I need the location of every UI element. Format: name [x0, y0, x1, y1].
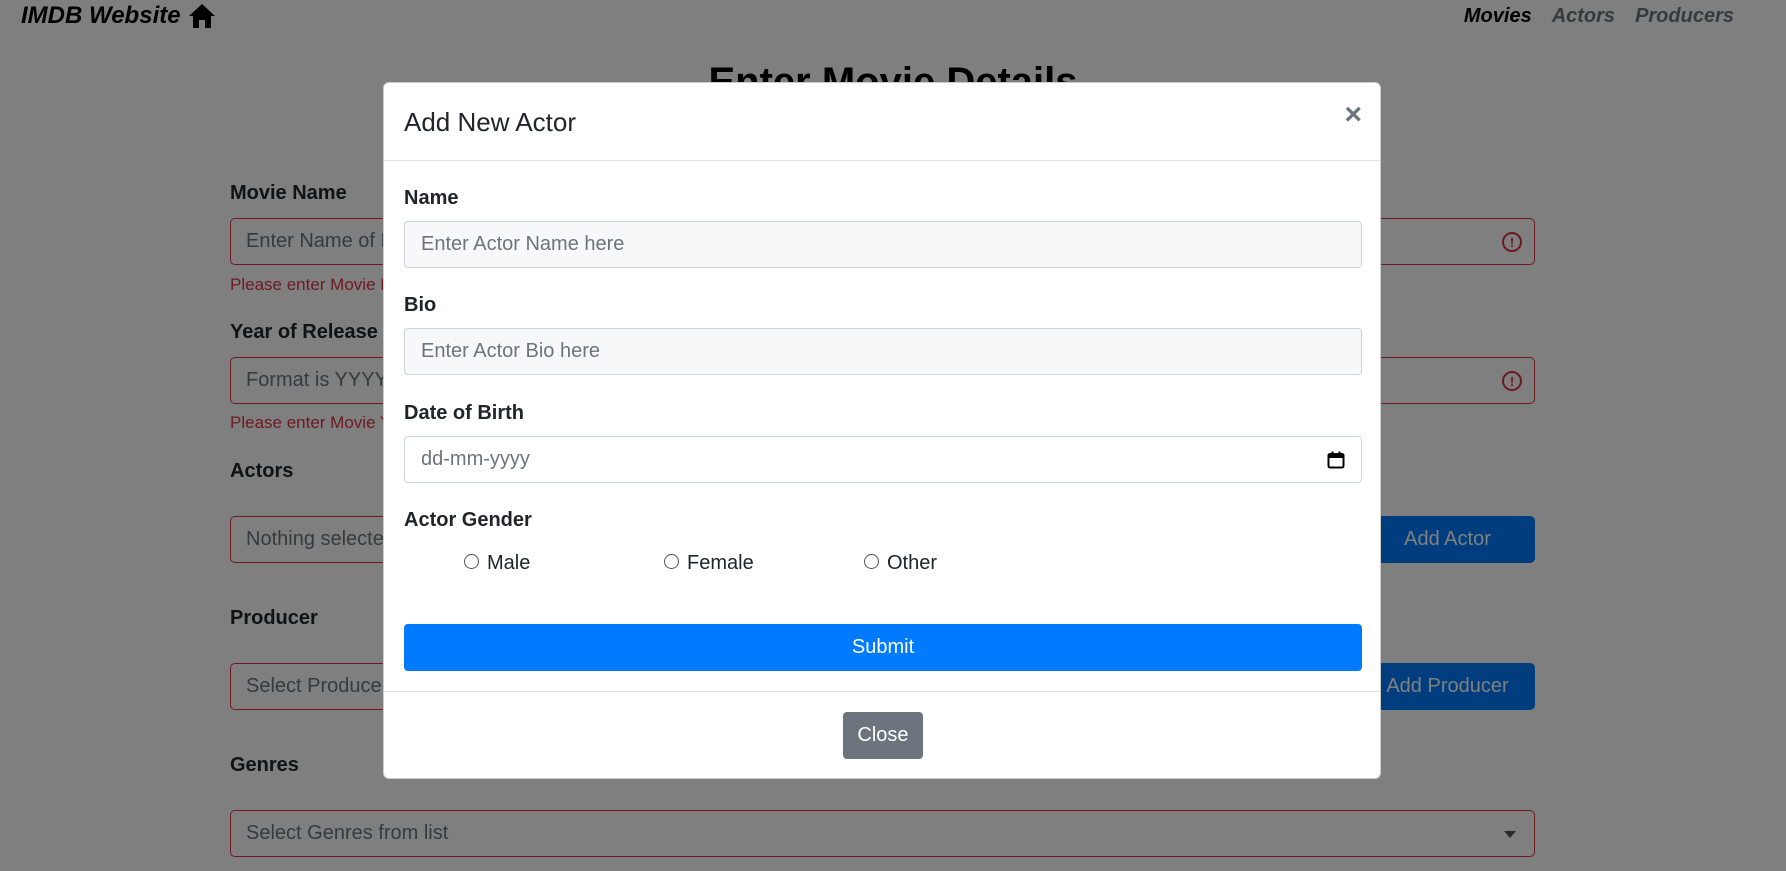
gender-option-label: Other [887, 551, 938, 574]
calendar-icon[interactable] [1327, 451, 1345, 469]
actor-name-placeholder: Enter Actor Name here [421, 233, 625, 255]
gender-option-male[interactable]: Male [464, 552, 664, 575]
radio-button[interactable] [664, 553, 679, 569]
submit-button[interactable]: Submit [404, 624, 1362, 671]
actor-dob-placeholder: dd-mm-yyyy [421, 448, 530, 470]
add-actor-modal: Add New Actor × Name Enter Actor Name he… [383, 82, 1381, 779]
gender-radio-group: Male Female Other [464, 548, 937, 578]
actor-gender-label: Actor Gender [404, 509, 532, 531]
actor-bio-input[interactable]: Enter Actor Bio here [404, 328, 1362, 375]
gender-option-label: Female [687, 551, 754, 574]
modal-title: Add New Actor [404, 107, 576, 137]
gender-option-other[interactable]: Other [864, 552, 937, 575]
gender-option-female[interactable]: Female [664, 552, 864, 575]
gender-option-label: Male [487, 551, 531, 574]
actor-dob-input[interactable]: dd-mm-yyyy [404, 436, 1362, 483]
actor-bio-label: Bio [404, 294, 437, 316]
actor-bio-placeholder: Enter Actor Bio here [421, 340, 600, 362]
actor-name-input[interactable]: Enter Actor Name here [404, 221, 1362, 268]
modal-header: Add New Actor × [384, 83, 1380, 161]
actor-dob-label: Date of Birth [404, 402, 524, 424]
actor-name-label: Name [404, 187, 459, 209]
radio-button[interactable] [864, 553, 879, 569]
modal-footer: Close [384, 691, 1380, 780]
close-icon[interactable]: × [1344, 100, 1362, 130]
radio-button[interactable] [464, 553, 479, 569]
close-button[interactable]: Close [843, 712, 923, 759]
